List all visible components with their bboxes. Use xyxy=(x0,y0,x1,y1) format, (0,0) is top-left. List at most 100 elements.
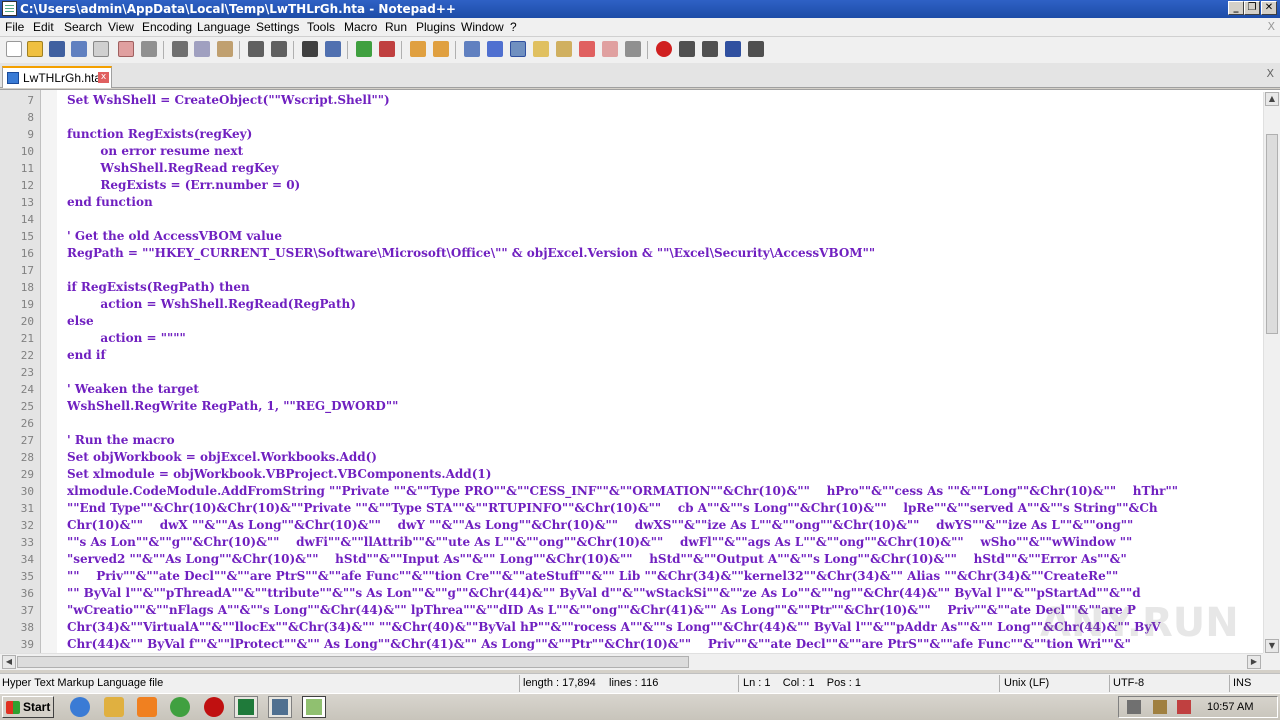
code-line: Set WshShell = CreateObject(""Wscript.Sh… xyxy=(67,93,390,107)
close-all-icon[interactable] xyxy=(118,41,134,57)
tabbar-close-icon[interactable]: X xyxy=(1266,67,1274,80)
line-number: 35 xyxy=(20,570,34,583)
menu-view[interactable]: View xyxy=(108,20,134,34)
tab-bar: LwTHLrGh.hta x X xyxy=(0,63,1280,88)
code-line: xlmodule.CodeModule.AddFromString ""Priv… xyxy=(67,484,1179,498)
sync-vertical-icon[interactable] xyxy=(410,41,426,57)
close-button[interactable]: ✕ xyxy=(1261,1,1277,15)
menu-language[interactable]: Language xyxy=(197,20,250,34)
hta-task[interactable] xyxy=(268,696,292,718)
line-number: 28 xyxy=(20,451,34,464)
sync-horizontal-icon[interactable] xyxy=(433,41,449,57)
window-title: C:\Users\admin\AppData\Local\Temp\LwTHLr… xyxy=(20,2,456,16)
save-macro-icon[interactable] xyxy=(748,41,764,57)
menu-settings[interactable]: Settings xyxy=(256,20,299,34)
menu-macro[interactable]: Macro xyxy=(344,20,377,34)
line-number: 16 xyxy=(20,247,34,260)
record-macro-icon[interactable] xyxy=(656,41,672,57)
user-defined-lang-icon[interactable] xyxy=(533,41,549,57)
code-line: else xyxy=(67,314,94,328)
window-icon xyxy=(272,699,288,715)
code-line: end function xyxy=(67,195,153,209)
line-number: 19 xyxy=(20,298,34,311)
monitoring-icon[interactable] xyxy=(625,41,641,57)
network-icon[interactable] xyxy=(1153,700,1167,714)
scroll-down-icon[interactable]: ▼ xyxy=(1265,639,1279,653)
excel-task[interactable] xyxy=(234,696,258,718)
stop-macro-icon[interactable] xyxy=(679,41,695,57)
new-file-icon[interactable] xyxy=(6,41,22,57)
vertical-scrollbar[interactable]: ▲ ▼ xyxy=(1263,92,1280,653)
menu-close-icon[interactable]: X xyxy=(1267,20,1275,33)
tab-lwthlrgh[interactable]: LwTHLrGh.hta x xyxy=(2,66,112,88)
explorer-icon[interactable] xyxy=(104,697,124,717)
vertical-scroll-thumb[interactable] xyxy=(1266,134,1278,334)
zoom-out-icon[interactable] xyxy=(379,41,395,57)
doc-map-icon[interactable] xyxy=(556,41,572,57)
copy-icon[interactable] xyxy=(194,41,210,57)
print-icon[interactable] xyxy=(141,41,157,57)
menu-help[interactable]: ? xyxy=(510,20,517,34)
code-line: end if xyxy=(67,348,106,362)
media-player-icon[interactable] xyxy=(137,697,157,717)
menu-encoding[interactable]: Encoding xyxy=(142,20,192,34)
redo-icon[interactable] xyxy=(271,41,287,57)
cut-icon[interactable] xyxy=(172,41,188,57)
menu-bar: File Edit Search View Encoding Language … xyxy=(0,18,1280,37)
menu-search[interactable]: Search xyxy=(64,20,102,34)
line-number: 20 xyxy=(20,315,34,328)
chrome-icon[interactable] xyxy=(170,697,190,717)
status-eol: Unix (LF) xyxy=(1004,677,1050,689)
open-file-icon[interactable] xyxy=(27,41,43,57)
line-number: 11 xyxy=(20,162,34,175)
menu-file[interactable]: File xyxy=(5,20,24,34)
menu-run[interactable]: Run xyxy=(385,20,407,34)
scroll-right-icon[interactable]: ▶ xyxy=(1247,655,1261,669)
code-line: Set xlmodule = objWorkbook.VBProject.VBC… xyxy=(67,467,492,481)
play-macro-icon[interactable] xyxy=(702,41,718,57)
function-list-icon[interactable] xyxy=(579,41,595,57)
menu-plugins[interactable]: Plugins xyxy=(416,20,455,34)
ie-icon[interactable] xyxy=(70,697,90,717)
volume-icon[interactable] xyxy=(1127,700,1141,714)
scroll-up-icon[interactable]: ▲ xyxy=(1265,92,1279,106)
restore-button[interactable]: ❐ xyxy=(1244,1,1260,15)
line-number: 30 xyxy=(20,485,34,498)
line-number: 18 xyxy=(20,281,34,294)
folder-workspace-icon[interactable] xyxy=(602,41,618,57)
code-line: ' Run the macro xyxy=(67,433,175,447)
word-wrap-icon[interactable] xyxy=(464,41,480,57)
editor-area[interactable]: 7 8 9 10 11 12 13 14 15 16 17 18 19 20 21 22 23 24 25 26 27 2… xyxy=(0,89,1280,670)
status-bar: Hyper Text Markup Language file length :… xyxy=(0,673,1280,693)
horizontal-scroll-thumb[interactable] xyxy=(17,656,689,668)
menu-edit[interactable]: Edit xyxy=(33,20,54,34)
menu-tools[interactable]: Tools xyxy=(307,20,335,34)
line-number: 27 xyxy=(20,434,34,447)
code-line: on error resume next xyxy=(67,144,244,158)
minimize-button[interactable]: _ xyxy=(1228,1,1244,15)
status-encoding: UTF-8 xyxy=(1113,677,1145,689)
save-all-icon[interactable] xyxy=(71,41,87,57)
paste-icon[interactable] xyxy=(217,41,233,57)
security-icon[interactable] xyxy=(1177,700,1191,714)
tab-close-icon[interactable]: x xyxy=(98,72,109,83)
indent-guide-icon[interactable] xyxy=(510,41,526,57)
replace-icon[interactable] xyxy=(325,41,341,57)
notepadpp-task[interactable] xyxy=(302,696,326,718)
opera-icon[interactable] xyxy=(204,697,224,717)
menu-window[interactable]: Window xyxy=(461,20,504,34)
close-file-icon[interactable] xyxy=(93,41,109,57)
code-line: ' Weaken the target xyxy=(67,382,199,396)
find-icon[interactable] xyxy=(302,41,318,57)
run-macro-multiple-icon[interactable] xyxy=(725,41,741,57)
scroll-left-icon[interactable]: ◀ xyxy=(2,655,16,669)
show-all-chars-icon[interactable] xyxy=(487,41,503,57)
save-icon[interactable] xyxy=(49,41,65,57)
undo-icon[interactable] xyxy=(248,41,264,57)
code-line: function RegExists(regKey) xyxy=(67,127,253,141)
horizontal-scrollbar[interactable]: ◀ ▶ xyxy=(0,653,1263,670)
clock[interactable]: 10:57 AM xyxy=(1207,701,1253,713)
start-button[interactable]: Start xyxy=(2,696,54,718)
toolbar xyxy=(0,37,1280,63)
zoom-in-icon[interactable] xyxy=(356,41,372,57)
